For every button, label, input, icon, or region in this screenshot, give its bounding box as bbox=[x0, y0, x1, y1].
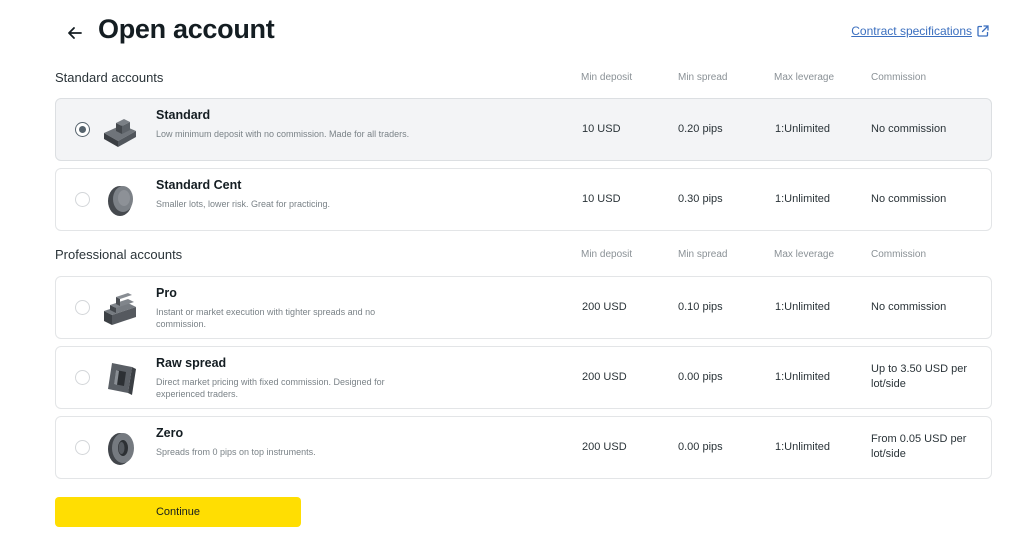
col-commission: Commission bbox=[871, 72, 927, 83]
account-description: Direct market pricing with fixed commiss… bbox=[156, 377, 385, 399]
standard-account-icon bbox=[104, 119, 136, 147]
professional-accounts-header: Professional accounts Min deposit Min sp… bbox=[55, 247, 995, 267]
commission-value: Up to 3.50 USD per lot/side bbox=[871, 363, 967, 390]
radio-standard[interactable] bbox=[75, 122, 90, 137]
zero-account-icon bbox=[108, 433, 134, 465]
account-card-raw-spread[interactable]: Raw spread Direct market pricing with fi… bbox=[55, 346, 992, 409]
account-name: Standard Cent bbox=[156, 178, 242, 192]
account-card-standard[interactable]: Standard Low minimum deposit with no com… bbox=[55, 98, 992, 161]
min-spread-value: 0.10 pips bbox=[678, 301, 723, 313]
account-name: Pro bbox=[156, 286, 177, 300]
min-deposit-value: 200 USD bbox=[582, 441, 627, 453]
min-deposit-value: 10 USD bbox=[582, 193, 621, 205]
commission-value: No commission bbox=[871, 123, 947, 135]
back-arrow-icon[interactable] bbox=[64, 22, 86, 44]
account-card-zero[interactable]: Zero Spreads from 0 pips on top instrume… bbox=[55, 416, 992, 479]
pro-account-icon bbox=[104, 293, 136, 325]
max-leverage-value: 1:Unlimited bbox=[775, 441, 831, 453]
col-commission: Commission bbox=[871, 249, 927, 260]
col-max-leverage: Max leverage bbox=[774, 249, 835, 260]
col-max-leverage: Max leverage bbox=[774, 72, 835, 83]
radio-pro[interactable] bbox=[75, 300, 90, 315]
page-title: Open account bbox=[98, 14, 275, 44]
account-name: Zero bbox=[156, 426, 184, 440]
account-name: Raw spread bbox=[156, 356, 227, 370]
min-spread-value: 0.00 pips bbox=[678, 371, 723, 383]
col-min-spread: Min spread bbox=[678, 72, 728, 83]
external-link-icon[interactable] bbox=[976, 24, 990, 38]
max-leverage-value: 1:Unlimited bbox=[775, 371, 831, 383]
min-deposit-value: 10 USD bbox=[582, 123, 621, 135]
standard-accounts-header: Standard accounts Min deposit Min spread… bbox=[55, 70, 995, 90]
page-header: Open account Contract specifications bbox=[0, 0, 1024, 64]
radio-raw-spread[interactable] bbox=[75, 370, 90, 385]
account-description: Instant or market execution with tighter… bbox=[156, 307, 376, 329]
account-card-standard-cent[interactable]: Standard Cent Smaller lots, lower risk. … bbox=[55, 168, 992, 231]
col-min-spread: Min spread bbox=[678, 249, 728, 260]
continue-button[interactable]: Continue bbox=[55, 497, 301, 527]
min-deposit-value: 200 USD bbox=[582, 371, 627, 383]
max-leverage-value: 1:Unlimited bbox=[775, 193, 831, 205]
commission-value: No commission bbox=[871, 301, 947, 313]
account-description: Spreads from 0 pips on top instruments. bbox=[156, 447, 316, 457]
account-name: Standard bbox=[156, 108, 211, 122]
commission-value: From 0.05 USD per lot/side bbox=[871, 433, 967, 460]
radio-zero[interactable] bbox=[75, 440, 90, 455]
section-title-professional: Professional accounts bbox=[55, 247, 183, 262]
section-title-standard: Standard accounts bbox=[55, 70, 164, 85]
contract-specifications-link[interactable]: Contract specifications bbox=[851, 24, 972, 38]
raw-spread-account-icon bbox=[108, 363, 136, 395]
standard-cent-account-icon bbox=[108, 186, 133, 216]
account-description: Low minimum deposit with no commission. … bbox=[156, 129, 410, 139]
min-deposit-value: 200 USD bbox=[582, 301, 627, 313]
radio-standard-cent[interactable] bbox=[75, 192, 90, 207]
min-spread-value: 0.00 pips bbox=[678, 441, 723, 453]
col-min-deposit: Min deposit bbox=[581, 72, 633, 83]
min-spread-value: 0.20 pips bbox=[678, 123, 723, 135]
max-leverage-value: 1:Unlimited bbox=[775, 301, 831, 313]
max-leverage-value: 1:Unlimited bbox=[775, 123, 831, 135]
commission-value: No commission bbox=[871, 193, 947, 205]
account-card-pro[interactable]: Pro Instant or market execution with tig… bbox=[55, 276, 992, 339]
col-min-deposit: Min deposit bbox=[581, 249, 633, 260]
min-spread-value: 0.30 pips bbox=[678, 193, 723, 205]
account-description: Smaller lots, lower risk. Great for prac… bbox=[156, 199, 331, 209]
